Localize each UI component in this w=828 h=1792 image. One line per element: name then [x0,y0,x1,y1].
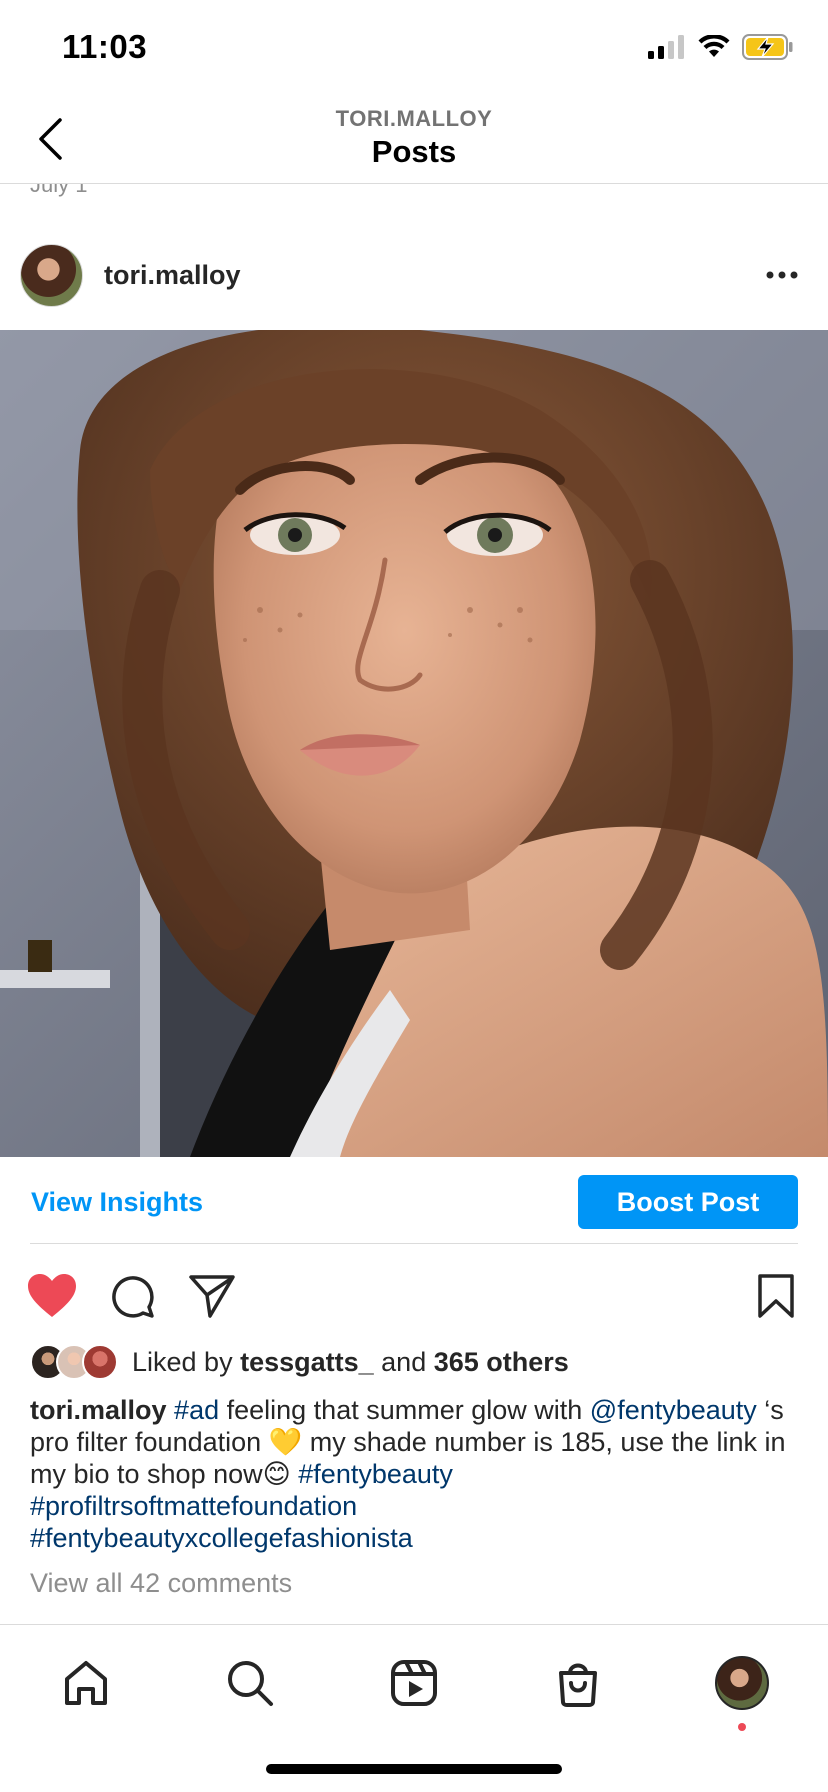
view-all-comments-link[interactable]: View all 42 comments [30,1568,292,1599]
post-actions [0,1268,828,1324]
post-header: tori.malloy [0,240,828,310]
insights-bar: View Insights Boost Post [0,1157,828,1245]
tab-shop[interactable] [546,1651,610,1715]
boost-post-button[interactable]: Boost Post [578,1175,798,1229]
selfie-photo-illustration [0,330,828,1157]
nav-subtitle: TORI.MALLOY [335,106,493,131]
liker-avatars [30,1344,120,1380]
hashtag-fentybeautyxcollegefashionista[interactable]: #fentybeautyxcollegefashionista [30,1523,413,1553]
liked-by-middle: and [373,1346,434,1377]
hashtag-ad[interactable]: #ad [174,1395,219,1425]
post-photo[interactable] [0,330,828,1157]
status-bar: 11:03 [0,0,828,100]
home-indicator [266,1764,562,1774]
avatar[interactable] [20,244,83,307]
divider [30,1243,798,1244]
profile-avatar [715,1656,769,1710]
reels-icon [391,1660,437,1706]
status-icons [648,34,794,60]
more-horizontal-icon [766,271,798,279]
caption-username[interactable]: tori.malloy [30,1395,167,1425]
like-button[interactable] [24,1268,80,1324]
avatar [82,1344,118,1380]
cellular-signal-icon [648,35,684,59]
view-insights-link[interactable]: View Insights [31,1187,203,1218]
wifi-icon [698,35,730,57]
caption-text-1: feeling that summer glow with [219,1395,590,1425]
tab-search[interactable] [218,1651,282,1715]
bookmark-icon [758,1274,794,1318]
shopping-bag-icon [559,1663,597,1707]
send-icon [189,1275,235,1318]
search-icon [228,1661,273,1706]
tab-home[interactable] [54,1651,118,1715]
status-time: 11:03 [62,28,148,65]
battery-charging-icon [742,34,793,60]
comment-preview-peek [30,1612,798,1624]
liked-by-user[interactable]: tessgatts_ [240,1347,374,1377]
liked-by-prefix: Liked by [132,1346,241,1377]
nav-titles: TORI.MALLOY Posts [0,106,828,170]
share-button[interactable] [184,1268,240,1324]
liked-by-text: Liked by tessgatts_ and 365 others [132,1347,569,1378]
save-button[interactable] [748,1268,804,1324]
likes-summary[interactable]: Liked by tessgatts_ and 365 others [30,1344,569,1380]
more-options-button[interactable] [760,262,804,288]
nav-header: TORI.MALLOY Posts [0,100,828,184]
liked-by-others[interactable]: 365 others [434,1347,569,1377]
heart-filled-icon [28,1274,76,1317]
hashtag-fentybeauty[interactable]: #fentybeauty [298,1459,453,1489]
hashtag-profiltrsoftmattefoundation[interactable]: #profiltrsoftmattefoundation [30,1491,357,1521]
comment-icon [112,1276,154,1318]
comment-button[interactable] [104,1268,160,1324]
notification-dot [738,1723,746,1731]
page-title: Posts [371,134,457,169]
mention-fentybeauty[interactable]: @fentybeauty [590,1395,757,1425]
post-username[interactable]: tori.malloy [104,260,241,291]
tab-profile[interactable] [710,1651,774,1715]
tab-reels[interactable] [382,1651,446,1715]
post-caption: tori.malloy #ad feeling that summer glow… [30,1394,800,1554]
home-icon [65,1661,107,1705]
